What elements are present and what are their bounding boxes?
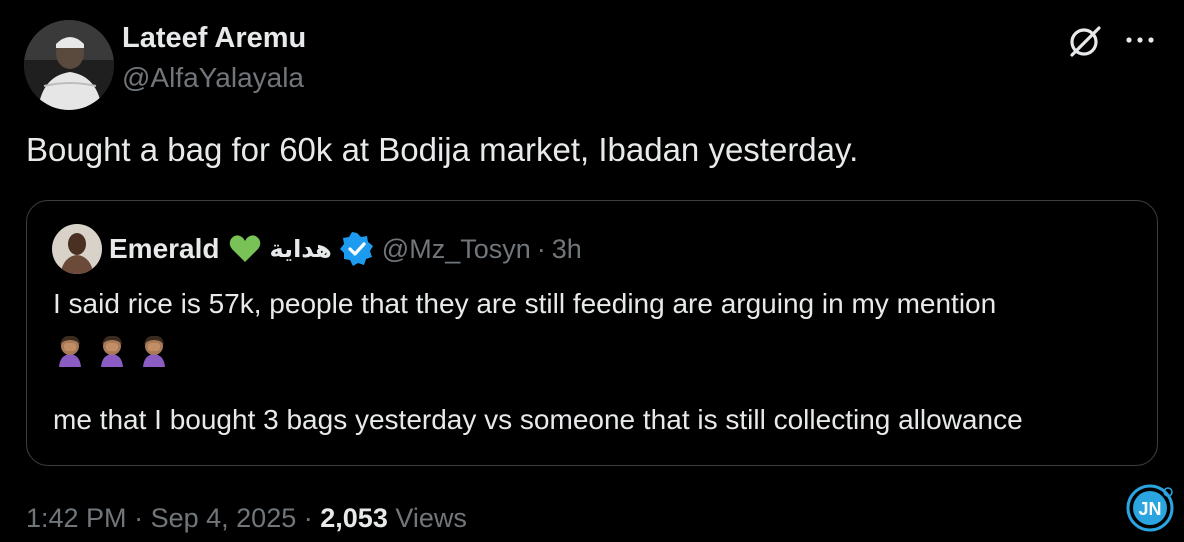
more-options-icon[interactable] [1122, 22, 1158, 58]
tweet: Lateef Aremu @AlfaYalayala Bought a bag … [0, 0, 1184, 542]
tweet-time[interactable]: 1:42 PM [26, 503, 127, 533]
jn-watermark-logo: JN [1124, 482, 1176, 534]
quoted-avatar[interactable] [52, 224, 102, 274]
author-handle[interactable]: @AlfaYalayala [122, 62, 304, 94]
grok-icon[interactable] [1066, 22, 1104, 60]
green-heart-icon [229, 235, 260, 262]
woman-facepalming-icon [143, 335, 165, 367]
quoted-text-line2: me that I bought 3 bags yesterday vs som… [53, 404, 1023, 435]
quoted-handle[interactable]: @Mz_Tosyn [382, 234, 531, 265]
meta-separator: · [303, 503, 313, 533]
tweet-meta: 1:42 PM · Sep 4, 2025 · 2,053 Views [26, 503, 467, 534]
author-avatar[interactable] [24, 20, 114, 110]
views-count[interactable]: 2,053 [320, 503, 388, 533]
svg-text:JN: JN [1138, 499, 1161, 519]
quoted-name[interactable]: Emerald [109, 233, 220, 265]
quoted-text-line1: I said rice is 57k, people that they are… [53, 288, 997, 319]
quoted-tweet[interactable]: Emerald هداية @Mz_Tosyn · 3h I said rice… [26, 200, 1158, 466]
author-name[interactable]: Lateef Aremu [122, 22, 306, 55]
woman-facepalming-icon [59, 335, 81, 367]
tweet-text: Bought a bag for 60k at Bodija market, I… [26, 131, 859, 168]
quoted-header: Emerald هداية @Mz_Tosyn · 3h [109, 232, 582, 266]
tweet-date[interactable]: Sep 4, 2025 [151, 503, 297, 533]
woman-facepalming-icon [101, 335, 123, 367]
meta-separator: · [134, 503, 144, 533]
quoted-emojis [53, 333, 171, 367]
verified-badge-icon [339, 232, 373, 266]
quoted-separator: · [536, 233, 546, 264]
views-label: Views [395, 503, 467, 533]
quoted-name-suffix: هداية [269, 235, 332, 263]
quoted-time[interactable]: 3h [552, 234, 582, 265]
